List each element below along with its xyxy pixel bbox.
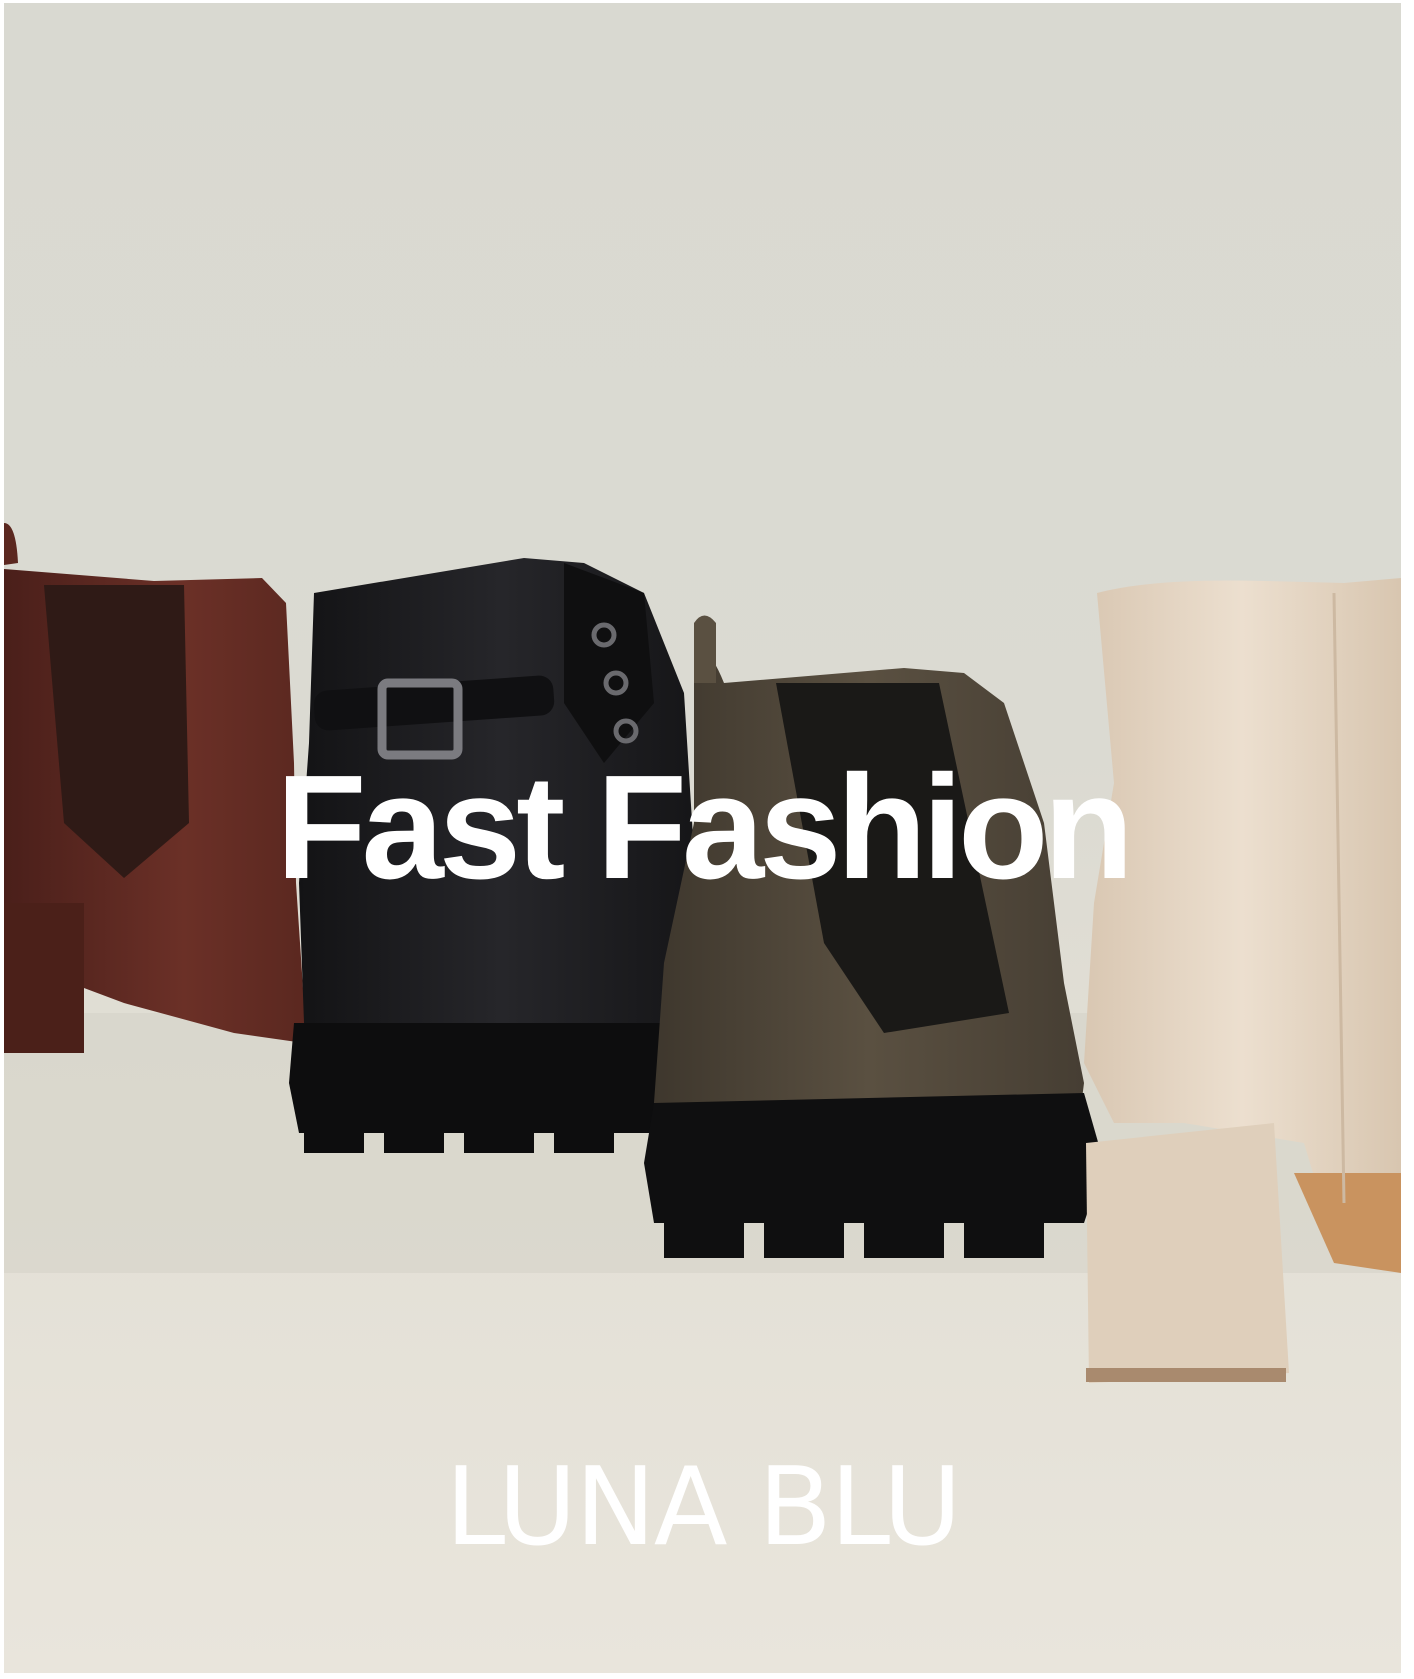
brand-logo: LUNA BLU xyxy=(445,1445,962,1570)
olive-boot xyxy=(644,615,1104,1258)
cream-boot xyxy=(1084,578,1401,1383)
poster: Fast Fashion LUNA BLU xyxy=(4,3,1401,1673)
headline-title: Fast Fashion xyxy=(276,745,1134,910)
